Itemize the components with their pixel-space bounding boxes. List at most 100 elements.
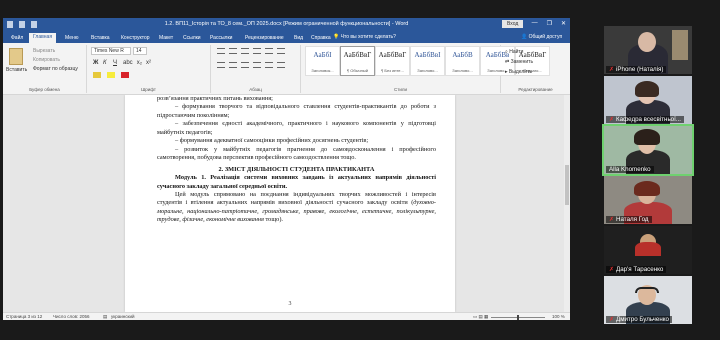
subscript-icon[interactable]: x₂ — [137, 60, 142, 66]
participant-name: Дар'я Тарасенко — [616, 266, 664, 273]
decrease-indent-icon[interactable] — [253, 48, 261, 54]
status-bar: Страница 3 из 12 Число слов: 2056 ▤ укра… — [3, 312, 570, 320]
tab-menu[interactable]: Меню — [61, 34, 83, 42]
zoom-slider-knob[interactable] — [517, 315, 519, 320]
align-center-icon[interactable] — [229, 62, 237, 68]
zoom-level[interactable]: 100 % — [552, 314, 565, 319]
tab-file[interactable]: Файл — [7, 34, 27, 42]
align-left-icon[interactable] — [217, 62, 225, 68]
document-paragraph: – формування адекватної самооцінки профе… — [175, 137, 369, 145]
numbering-icon[interactable] — [229, 48, 237, 54]
justify-icon[interactable] — [253, 62, 261, 68]
tab-mailings[interactable]: Рассылки — [206, 34, 236, 42]
increase-indent-icon[interactable] — [265, 48, 273, 54]
sign-in-button[interactable]: Вход — [502, 20, 524, 28]
tab-home[interactable]: Главная — [29, 33, 57, 43]
word-count[interactable]: Число слов: 2056 — [53, 314, 90, 319]
minimize-button[interactable]: — — [532, 20, 538, 27]
multilevel-list-icon[interactable] — [241, 48, 249, 54]
style-card[interactable]: АаБбВвГ ¶ Обычный — [340, 46, 375, 76]
view-buttons[interactable]: ▭ ▤ ▦ — [473, 314, 488, 320]
page-count[interactable]: Страница 3 из 12 — [6, 314, 42, 319]
mic-muted-icon: ✗ — [609, 117, 615, 123]
font-name-select[interactable]: Times New R — [91, 47, 131, 55]
participant-tile[interactable]: ✗ Наталя Год — [604, 176, 692, 224]
language[interactable]: украинский — [111, 314, 134, 319]
maximize-button[interactable]: ❐ — [547, 20, 552, 27]
superscript-icon[interactable]: x² — [146, 60, 151, 66]
document-paragraph: – розвиток у майбутніх педагогів прагнен… — [157, 145, 436, 162]
font-size-select[interactable]: 14 — [133, 47, 147, 55]
replace-button[interactable]: ⇄ Заменить — [505, 57, 533, 67]
cut-button[interactable]: Вырезать — [33, 48, 55, 54]
proofing-icon[interactable]: ▤ — [103, 314, 107, 320]
participant-tile[interactable]: ✗ Кафедра всесвітньої... — [604, 76, 692, 124]
module-description-end: тощо). — [263, 216, 284, 224]
text-effects-icon[interactable] — [93, 72, 101, 78]
bullets-icon[interactable] — [217, 48, 225, 54]
document-area[interactable]: розв’язання практичних питань виховання;… — [3, 95, 570, 312]
headphones-icon — [635, 287, 659, 293]
underline-icon[interactable]: Ч — [113, 60, 119, 66]
clipboard-group-label: Буфер обмена — [29, 87, 60, 92]
italic-icon[interactable]: К — [103, 60, 109, 66]
tab-design[interactable]: Конструктор — [117, 34, 154, 42]
style-name: ¶ Без инте... — [381, 68, 404, 73]
paragraph-buttons — [217, 48, 286, 68]
strikethrough-icon[interactable]: abc — [123, 60, 133, 66]
document-page[interactable]: розв’язання практичних питань виховання;… — [125, 95, 455, 312]
font-color-icon[interactable] — [121, 72, 129, 78]
participant-tile[interactable]: ✗ Дмитро Бульченко — [604, 276, 692, 324]
select-label: Выделить — [508, 69, 532, 75]
tell-me-search[interactable]: 💡 Что вы хотите сделать? — [333, 34, 396, 40]
document-text[interactable]: розв’язання практичних питань виховання;… — [157, 95, 436, 225]
select-button[interactable]: ▸ Выделить — [505, 67, 533, 77]
participant-tile-speaking[interactable]: Alla Khomenko — [602, 124, 694, 176]
zoom-meeting-screen: 1.2. ВП11_Історія та ТО_8 сем._ОП 2025.d… — [0, 0, 720, 340]
editing-buttons: ⌕ Найти ⇄ Заменить ▸ Выделить — [505, 47, 533, 77]
share-button[interactable]: 👤 Общий доступ — [521, 34, 562, 40]
style-card[interactable]: АаБбВвІ Заголово... — [410, 46, 445, 76]
participant-name: Наталя Год — [616, 216, 649, 223]
line-spacing-icon[interactable] — [265, 62, 273, 68]
style-sample: АаБбВвІ — [414, 51, 441, 59]
find-button[interactable]: ⌕ Найти — [505, 47, 533, 57]
mic-muted-icon: ✗ — [609, 317, 615, 323]
tab-insert[interactable]: Вставка — [87, 34, 114, 42]
clipboard-group: Вставить Вырезать Копировать Формат по о… — [3, 45, 87, 93]
door-frame — [672, 30, 688, 60]
tab-layout[interactable]: Макет — [155, 34, 177, 42]
tab-help[interactable]: Справка — [307, 34, 335, 42]
shading-icon[interactable] — [277, 62, 285, 68]
copy-button[interactable]: Копировать — [33, 57, 60, 63]
participant-name: Кафедра всесвітньої... — [616, 116, 681, 123]
style-card[interactable]: АаБбВвГ ¶ Без инте... — [375, 46, 410, 76]
styles-group-label: Стили — [394, 87, 407, 92]
bold-icon[interactable]: Ж — [93, 60, 99, 66]
sort-icon[interactable] — [277, 48, 285, 54]
tab-view[interactable]: Вид — [290, 34, 307, 42]
participant-tile[interactable]: ✗ Дар'я Тарасенко — [604, 226, 692, 274]
style-sample: АаБбВвГ — [378, 51, 407, 59]
style-name: Заголово... — [452, 68, 473, 73]
close-button[interactable]: ✕ — [561, 20, 566, 27]
participant-name: Alla Khomenko — [609, 166, 651, 173]
tab-review[interactable]: Рецензирование — [241, 34, 288, 42]
align-right-icon[interactable] — [241, 62, 249, 68]
paste-button[interactable]: Вставить — [6, 67, 27, 73]
participant-name: iPhone (Наталія) — [616, 66, 664, 73]
scrollbar-thumb[interactable] — [565, 165, 569, 205]
style-card[interactable]: АаБбІ Заголовок... — [305, 46, 340, 76]
ribbon-home: Вставить Вырезать Копировать Формат по о… — [3, 43, 570, 95]
highlight-color-icon[interactable] — [107, 72, 115, 78]
participant-tile[interactable]: ✗ iPhone (Наталія) — [604, 26, 692, 74]
tab-references[interactable]: Ссылки — [179, 34, 205, 42]
share-label: Общий доступ — [528, 34, 563, 40]
page-number: 3 — [288, 301, 292, 307]
participant-name-label: ✗ Кафедра всесвітньої... — [606, 116, 684, 123]
format-painter-button[interactable]: Формат по образцу — [33, 66, 78, 72]
style-card[interactable]: АаБбВ Заголово... — [445, 46, 480, 76]
paste-icon[interactable] — [9, 48, 23, 65]
lightbulb-icon: 💡 — [333, 34, 340, 40]
vertical-scrollbar[interactable] — [564, 95, 570, 312]
